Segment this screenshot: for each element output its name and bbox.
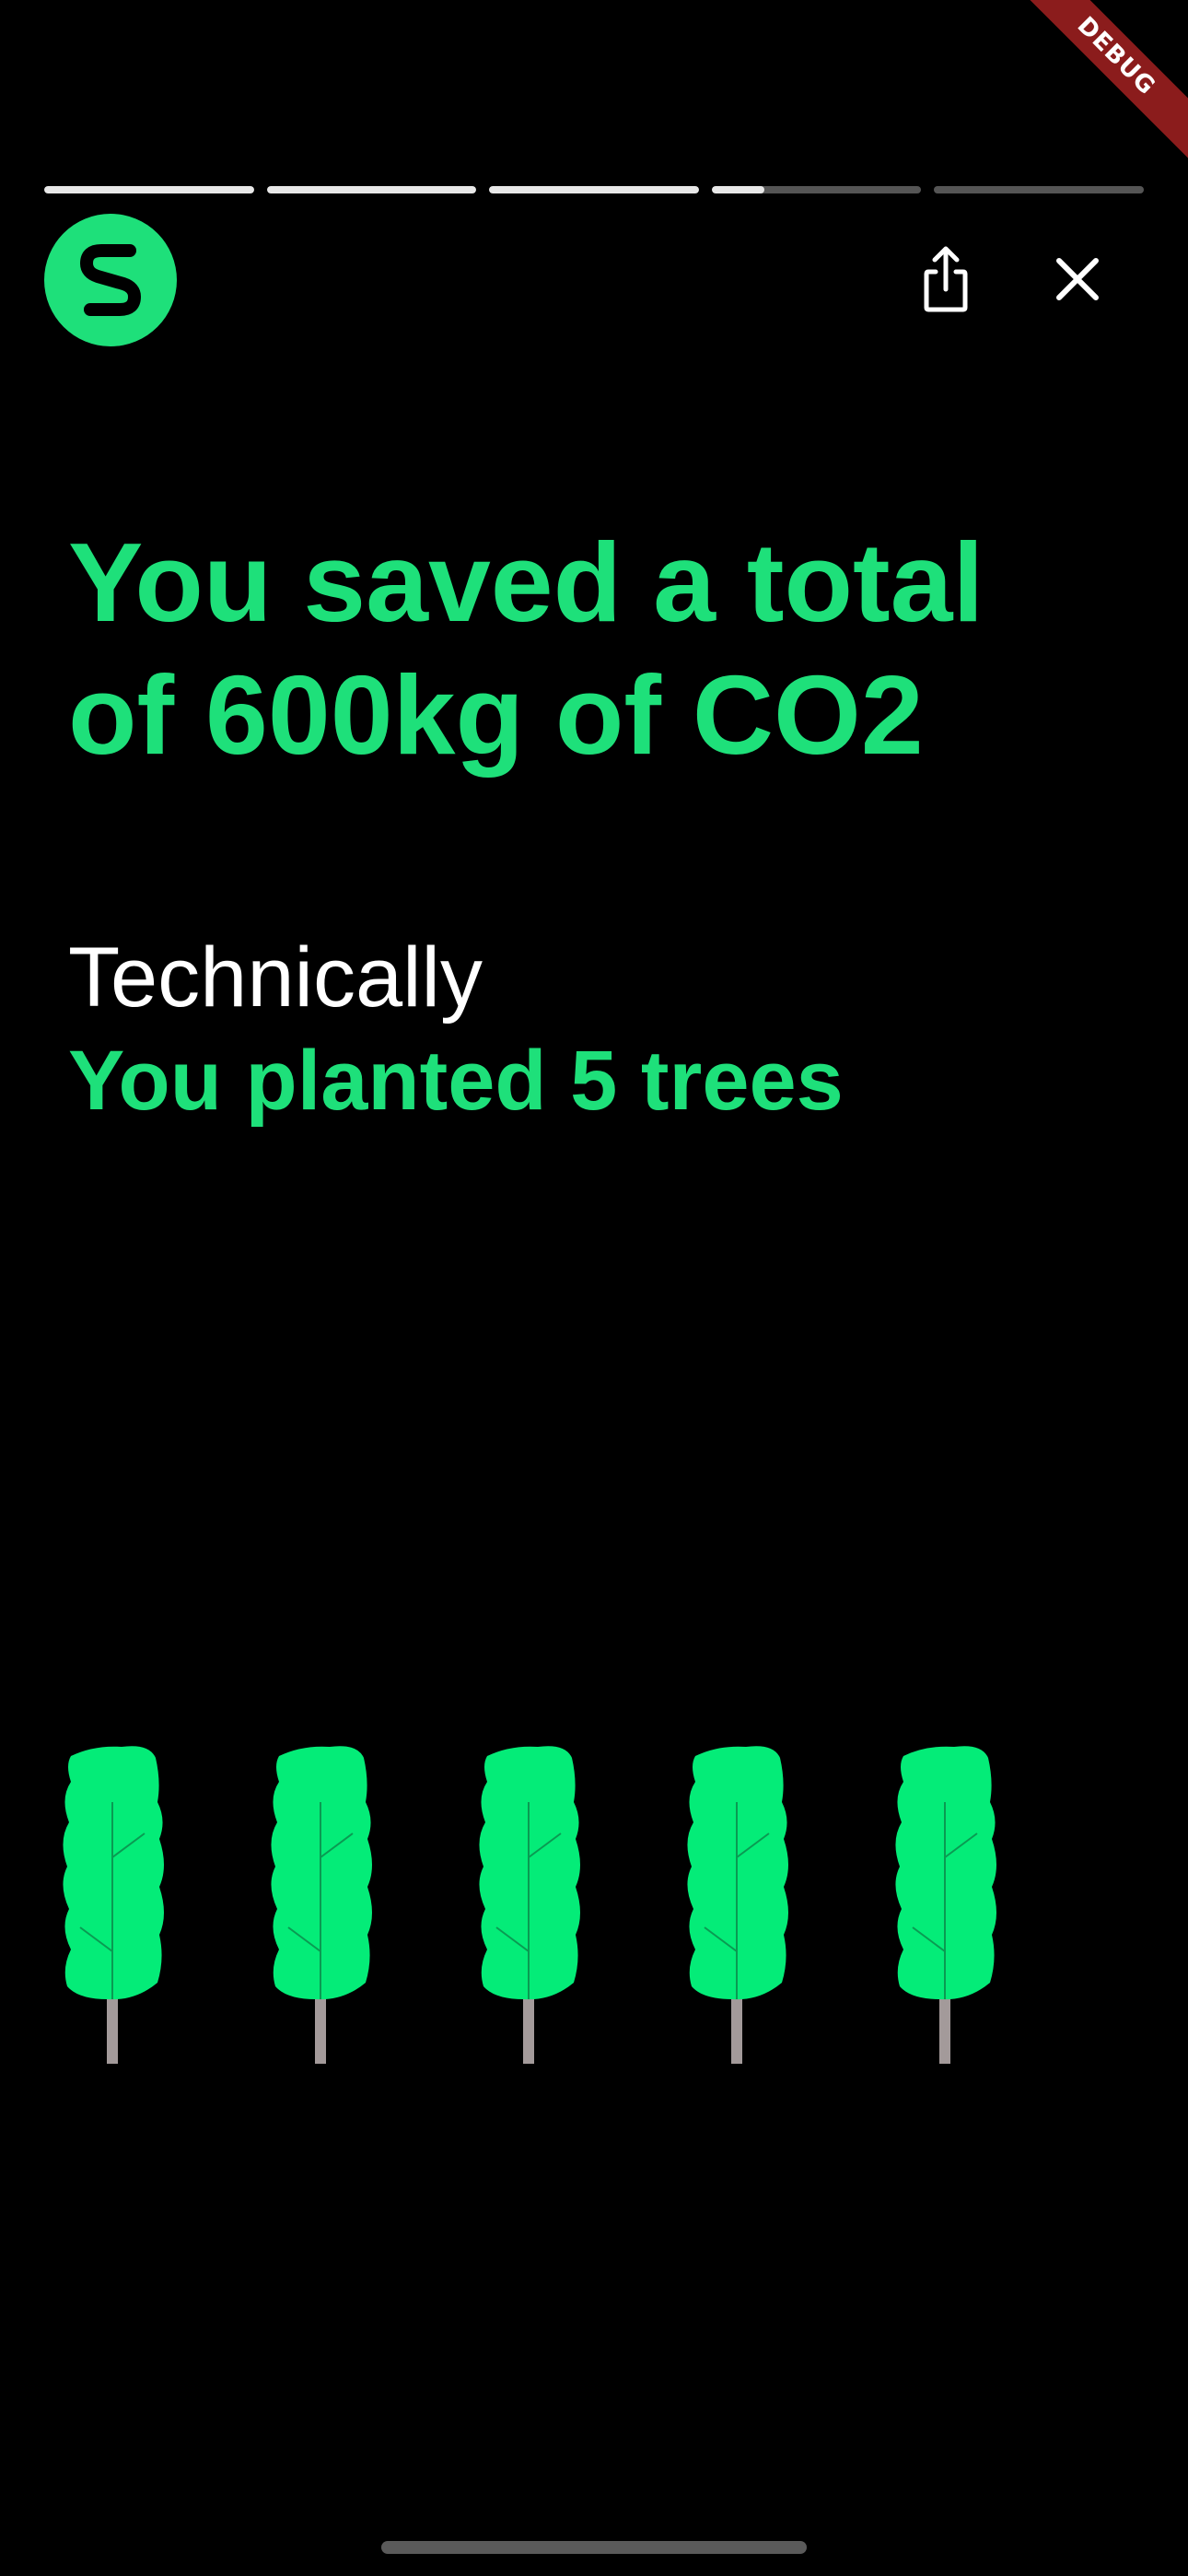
- progress-segment: [934, 186, 1144, 193]
- close-button[interactable]: [1036, 238, 1119, 321]
- tree-icon: [63, 1746, 164, 2064]
- progress-segment-fill: [711, 186, 764, 193]
- progress-segment: [489, 186, 699, 193]
- debug-banner: DEBUG: [1013, 0, 1188, 175]
- debug-label: DEBUG: [1013, 0, 1188, 163]
- subtitle: Technically: [68, 931, 483, 1025]
- headline-line-1: You saved a total: [68, 520, 984, 645]
- highlight-text: You planted 5 trees: [68, 1034, 844, 1128]
- progress-segment: [266, 186, 477, 193]
- progress-segment: [44, 186, 254, 193]
- tree-icon: [479, 1746, 580, 2064]
- s-logo-icon: [44, 214, 177, 346]
- tree-icon: [895, 1746, 996, 2064]
- share-icon: [924, 246, 968, 312]
- story-progress-bar: [44, 186, 1144, 193]
- progress-segment-fill: [266, 186, 477, 193]
- share-button[interactable]: [904, 238, 987, 321]
- close-icon: [1056, 258, 1099, 300]
- progress-segment-fill: [44, 186, 254, 193]
- headline-line-2: of 600kg of CO2: [68, 652, 924, 778]
- tree-icon: [271, 1746, 372, 2064]
- tree-icon: [687, 1746, 788, 2064]
- home-indicator: [381, 2541, 807, 2554]
- progress-segment: [711, 186, 922, 193]
- trees-illustration: [0, 1738, 1188, 2069]
- headline: You saved a total of 600kg of CO2: [68, 516, 1136, 781]
- progress-segment-fill: [489, 186, 699, 193]
